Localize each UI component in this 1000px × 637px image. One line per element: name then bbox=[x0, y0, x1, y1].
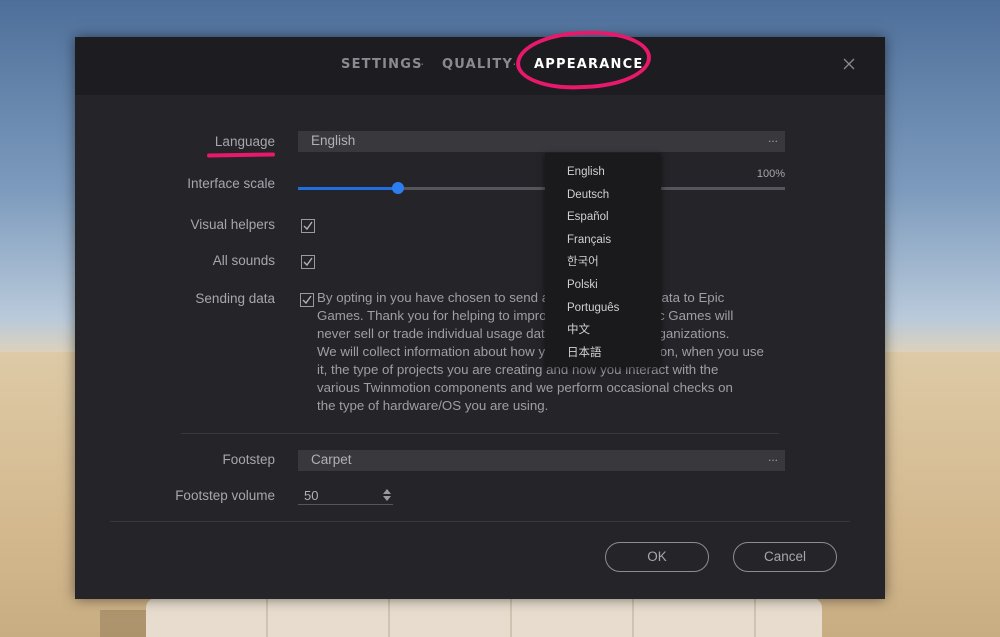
language-select[interactable]: English ... bbox=[298, 131, 785, 152]
visual-helpers-checkbox[interactable] bbox=[301, 219, 315, 233]
slider-fill bbox=[298, 187, 398, 190]
interface-scale-slider[interactable] bbox=[298, 182, 785, 194]
footer-divider bbox=[110, 521, 850, 522]
more-icon: ... bbox=[767, 450, 778, 464]
tab-separator: · bbox=[512, 55, 517, 71]
footstep-select[interactable]: Carpet ... bbox=[298, 450, 785, 471]
language-select-value: English bbox=[311, 133, 356, 148]
footstep-label: Footstep bbox=[222, 452, 275, 467]
all-sounds-label: All sounds bbox=[212, 253, 275, 268]
cancel-button[interactable]: Cancel bbox=[733, 542, 837, 572]
language-option[interactable]: English bbox=[545, 161, 661, 184]
language-option[interactable]: 한국어 bbox=[545, 251, 661, 274]
description-line: the type of hardware/OS you are using. bbox=[317, 398, 549, 413]
ok-button[interactable]: OK bbox=[605, 542, 709, 572]
section-divider bbox=[181, 433, 779, 434]
slider-thumb[interactable] bbox=[391, 182, 404, 194]
settings-dialog: SETTINGS · QUALITY · APPEARANCE Language… bbox=[75, 28, 885, 599]
sending-data-label: Sending data bbox=[195, 291, 275, 306]
visual-helpers-label: Visual helpers bbox=[190, 217, 275, 232]
annotation-underline bbox=[206, 152, 276, 158]
language-option[interactable]: Français bbox=[545, 229, 661, 252]
language-option[interactable]: Português bbox=[545, 297, 661, 320]
language-option[interactable]: Deutsch bbox=[545, 184, 661, 207]
dialog-header: SETTINGS · QUALITY · APPEARANCE bbox=[75, 28, 885, 95]
tab-settings[interactable]: SETTINGS bbox=[341, 57, 423, 72]
footstep-select-value: Carpet bbox=[311, 452, 352, 467]
language-option[interactable]: Español bbox=[545, 206, 661, 229]
check-icon bbox=[303, 221, 313, 231]
check-icon bbox=[302, 295, 312, 305]
footstep-volume-value: 50 bbox=[304, 488, 319, 503]
footstep-volume-label: Footstep volume bbox=[175, 488, 275, 503]
language-dropdown: English Deutsch Español Français 한국어 Pol… bbox=[545, 153, 661, 367]
footstep-volume-input[interactable]: 50 bbox=[298, 486, 393, 505]
close-icon[interactable] bbox=[840, 55, 858, 73]
all-sounds-checkbox[interactable] bbox=[301, 255, 315, 269]
language-label: Language bbox=[214, 134, 275, 149]
sending-data-checkbox[interactable] bbox=[300, 293, 314, 307]
stepper-arrows-icon[interactable] bbox=[382, 488, 392, 502]
more-icon: ... bbox=[767, 131, 778, 145]
interface-scale-value: 100% bbox=[756, 168, 785, 180]
description-line: various Twinmotion components and we per… bbox=[317, 380, 733, 395]
background-pedestal bbox=[146, 598, 822, 637]
tab-separator: · bbox=[420, 55, 425, 71]
language-option[interactable]: 日本語 bbox=[545, 342, 661, 365]
language-option[interactable]: 中文 bbox=[545, 319, 661, 342]
language-option[interactable]: Polski bbox=[545, 274, 661, 297]
tab-appearance[interactable]: APPEARANCE bbox=[534, 57, 643, 72]
tab-quality[interactable]: QUALITY bbox=[442, 57, 513, 72]
interface-scale-label: Interface scale bbox=[187, 176, 275, 191]
check-icon bbox=[303, 257, 313, 267]
